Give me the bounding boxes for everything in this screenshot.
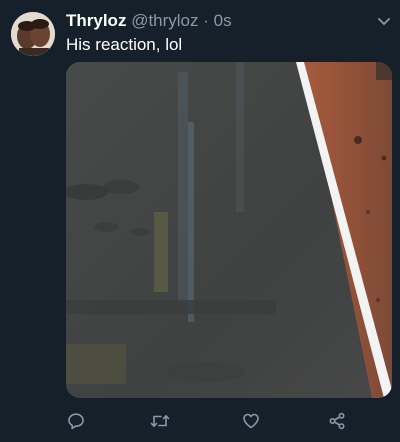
reply-icon: [67, 412, 85, 430]
tweet-header: Thryloz @thryloz · 0s: [66, 9, 370, 33]
heart-icon: [242, 412, 260, 430]
share-button[interactable]: [324, 408, 350, 434]
tweet-media-video[interactable]: [66, 62, 392, 398]
avatar-image: [11, 12, 55, 56]
timestamp[interactable]: 0s: [214, 11, 232, 30]
like-button[interactable]: [238, 408, 264, 434]
avatar[interactable]: [11, 12, 55, 56]
separator-dot: ·: [203, 11, 209, 30]
tweet-actions: [66, 408, 356, 434]
user-handle[interactable]: @thryloz: [131, 11, 198, 30]
tweet[interactable]: Thryloz @thryloz · 0s His reaction, lol: [0, 0, 400, 442]
retweet-button[interactable]: [147, 408, 173, 434]
display-name[interactable]: Thryloz: [66, 11, 126, 30]
share-icon: [328, 412, 346, 430]
tweet-text: His reaction, lol: [66, 35, 183, 54]
chevron-down-icon[interactable]: [376, 13, 392, 29]
video-frame: [66, 62, 392, 398]
retweet-icon: [150, 412, 170, 430]
reply-button[interactable]: [63, 408, 89, 434]
